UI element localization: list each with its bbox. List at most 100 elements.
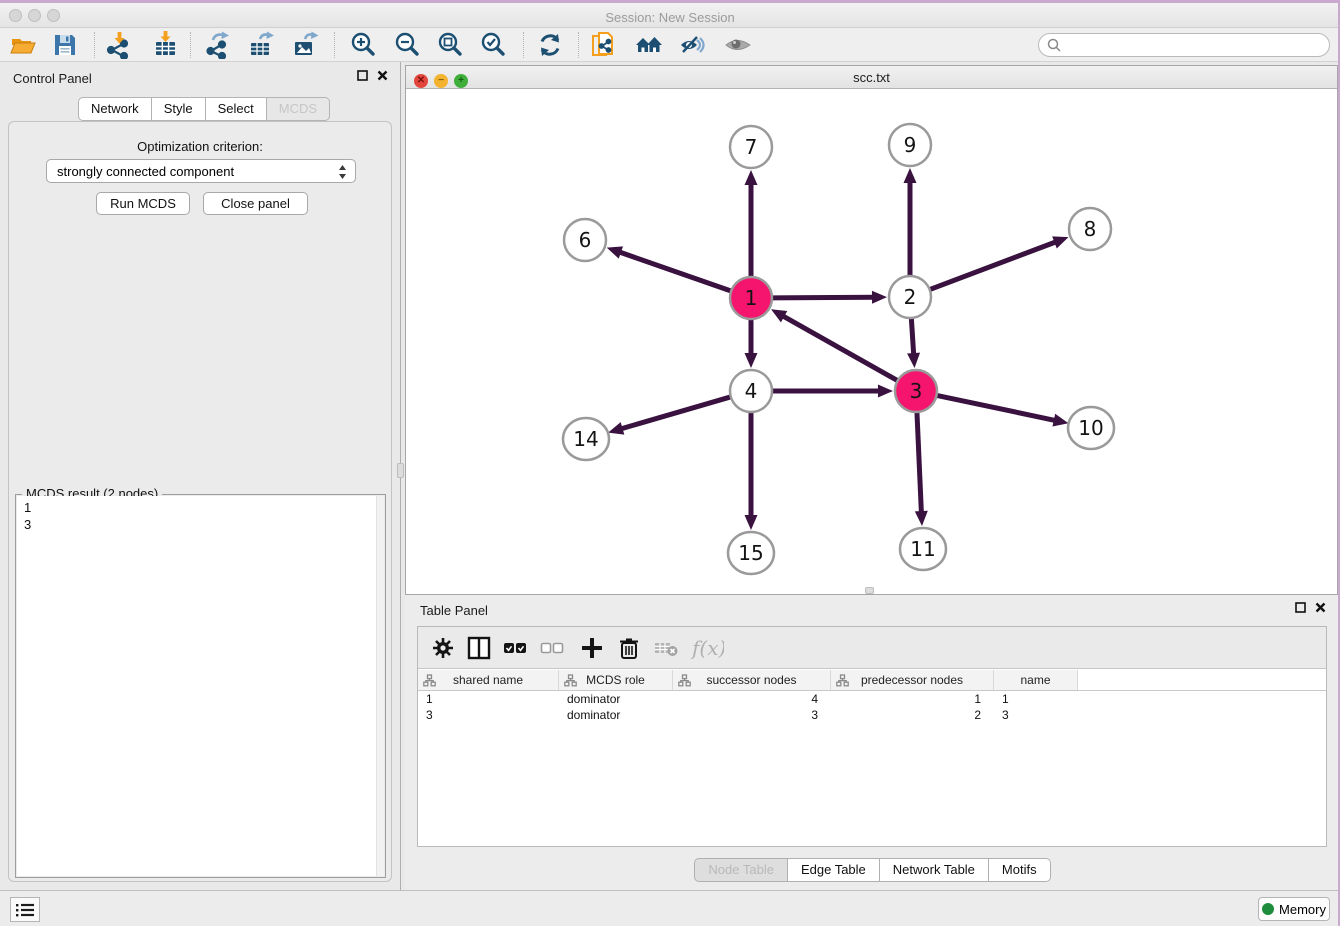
show-columns-icon[interactable] xyxy=(466,635,492,661)
open-session-icon[interactable] xyxy=(9,31,37,59)
criterion-dropdown[interactable]: strongly connected component xyxy=(46,159,356,183)
graph-node-label: 1 xyxy=(745,286,758,310)
app-window: Session: New Session xyxy=(0,0,1340,926)
node-table[interactable]: shared nameMCDS rolesuccessor nodesprede… xyxy=(418,670,1326,846)
clone-network-icon[interactable] xyxy=(591,31,619,59)
refresh-icon[interactable] xyxy=(536,31,564,59)
zoom-fit-icon[interactable] xyxy=(436,31,464,59)
close-panel-button[interactable]: Close panel xyxy=(203,192,308,215)
network-view-frame: ✕−+ scc.txt 1234678910111415 xyxy=(405,65,1338,595)
graph-arrowhead xyxy=(904,168,917,183)
column-header-predecessor-nodes[interactable]: predecessor nodes xyxy=(831,670,994,690)
graph-arrowhead xyxy=(745,515,758,530)
optimization-criterion-label: Optimization criterion: xyxy=(9,139,391,154)
graph-node-label: 15 xyxy=(738,541,763,565)
table-cell[interactable]: 3 xyxy=(418,707,559,723)
graph-edge-3-11[interactable] xyxy=(917,411,922,514)
select-all-icon[interactable] xyxy=(502,635,528,661)
graph-arrowhead xyxy=(607,246,623,258)
graph-arrowhead xyxy=(745,353,758,368)
table-cell[interactable]: 4 xyxy=(673,691,831,707)
export-network-icon[interactable] xyxy=(205,31,233,59)
delete-table-icon xyxy=(653,635,679,661)
import-table-icon[interactable] xyxy=(152,31,180,59)
network-canvas[interactable]: 1234678910111415 xyxy=(406,89,1337,594)
table-cell[interactable]: 3 xyxy=(994,707,1078,723)
tab-network[interactable]: Network xyxy=(78,97,152,121)
memory-button[interactable]: Memory xyxy=(1258,897,1330,921)
toolbar-separator xyxy=(523,32,524,58)
toolbar-separator xyxy=(578,32,579,58)
graph-node-label: 7 xyxy=(745,135,758,159)
hide-panel-eye-icon[interactable] xyxy=(679,31,707,59)
graph-arrowhead xyxy=(745,170,758,185)
graph-edge-3-1[interactable] xyxy=(781,315,898,381)
graph-edge-4-14[interactable] xyxy=(620,397,732,430)
control-panel-header: Control Panel xyxy=(0,62,400,92)
table-row[interactable]: 3dominator323 xyxy=(418,707,1326,723)
show-panel-eye-icon[interactable] xyxy=(724,31,752,59)
memory-label: Memory xyxy=(1279,902,1326,917)
table-cell[interactable]: 1 xyxy=(831,691,994,707)
tab-mcds[interactable]: MCDS xyxy=(267,97,330,121)
tab-motifs[interactable]: Motifs xyxy=(989,858,1051,882)
table-cell[interactable]: 2 xyxy=(831,707,994,723)
column-header-successor-nodes[interactable]: successor nodes xyxy=(673,670,831,690)
column-header-name[interactable]: name xyxy=(994,670,1078,690)
memory-status-dot xyxy=(1262,903,1274,915)
float-table-panel-icon[interactable] xyxy=(1295,602,1306,613)
tab-style[interactable]: Style xyxy=(152,97,206,121)
table-cell[interactable]: dominator xyxy=(559,707,673,723)
graph-edge-3-10[interactable] xyxy=(936,395,1057,421)
graph-edge-2-3[interactable] xyxy=(911,317,913,356)
svg-text:f(x): f(x) xyxy=(690,636,724,660)
float-panel-icon[interactable] xyxy=(357,70,368,81)
table-cell[interactable]: 3 xyxy=(673,707,831,723)
mcds-result-text[interactable]: 1 3 xyxy=(17,496,376,876)
search-input[interactable] xyxy=(1062,38,1312,53)
graph-node-label: 11 xyxy=(910,537,935,561)
export-table-icon[interactable] xyxy=(248,31,276,59)
search-box[interactable] xyxy=(1038,33,1330,57)
zoom-selected-icon[interactable] xyxy=(479,31,507,59)
column-header-MCDS-role[interactable]: MCDS role xyxy=(559,670,673,690)
network-graph[interactable]: 1234678910111415 xyxy=(406,89,1337,594)
table-cell[interactable]: 1 xyxy=(418,691,559,707)
close-panel-icon[interactable] xyxy=(377,70,388,81)
save-session-icon[interactable] xyxy=(51,31,79,59)
result-scrollbar[interactable] xyxy=(376,496,384,876)
graph-edge-2-8[interactable] xyxy=(929,241,1058,290)
tab-select[interactable]: Select xyxy=(206,97,267,121)
graph-edge-1-6[interactable] xyxy=(618,252,732,292)
close-table-panel-icon[interactable] xyxy=(1315,602,1326,613)
export-image-icon[interactable] xyxy=(292,31,320,59)
column-type-icon xyxy=(836,674,849,687)
table-options-gear-icon[interactable] xyxy=(430,635,456,661)
delete-column-trash-icon[interactable] xyxy=(616,635,642,661)
control-panel-tabs: NetworkStyleSelectMCDS xyxy=(78,97,330,121)
home-icon[interactable] xyxy=(635,31,663,59)
tab-node-table[interactable]: Node Table xyxy=(694,858,788,882)
network-titlebar[interactable]: ✕−+ scc.txt xyxy=(406,66,1337,89)
run-mcds-button[interactable]: Run MCDS xyxy=(96,192,190,215)
add-column-icon[interactable] xyxy=(579,635,605,661)
table-cell[interactable]: 1 xyxy=(994,691,1078,707)
table-panel-tabs: Node TableEdge TableNetwork TableMotifs xyxy=(405,858,1340,882)
tab-edge-table[interactable]: Edge Table xyxy=(788,858,880,882)
column-header-shared-name[interactable]: shared name xyxy=(418,670,559,690)
vertical-splitter-handle[interactable] xyxy=(397,463,404,478)
graph-arrowhead xyxy=(1052,414,1068,427)
table-cell[interactable]: dominator xyxy=(559,691,673,707)
zoom-in-icon[interactable] xyxy=(349,31,377,59)
import-network-icon[interactable] xyxy=(105,31,133,59)
graph-edge-1-2[interactable] xyxy=(771,297,875,298)
graph-arrowhead xyxy=(907,353,920,368)
tab-network-table[interactable]: Network Table xyxy=(880,858,989,882)
deselect-all-icon[interactable] xyxy=(539,635,565,661)
horizontal-splitter-handle[interactable] xyxy=(865,587,874,594)
show-panels-list-button[interactable] xyxy=(10,897,40,922)
list-icon xyxy=(15,902,35,918)
zoom-out-icon[interactable] xyxy=(393,31,421,59)
table-row[interactable]: 1dominator411 xyxy=(418,691,1326,707)
column-type-icon xyxy=(678,674,691,687)
